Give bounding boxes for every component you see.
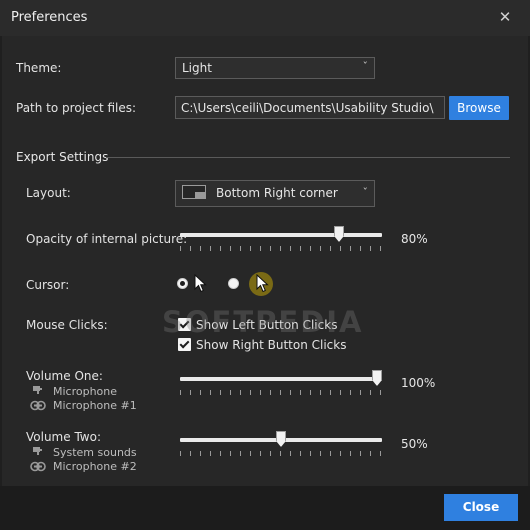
microphone-icon bbox=[30, 400, 46, 411]
layout-thumbnail-icon bbox=[182, 185, 206, 199]
slider-thumb[interactable] bbox=[276, 431, 286, 447]
cursor-highlighted-radio[interactable] bbox=[228, 278, 239, 289]
close-icon[interactable]: ✕ bbox=[494, 6, 516, 28]
volume-one-label: Volume One: bbox=[26, 369, 103, 383]
speaker-icon bbox=[33, 447, 42, 455]
path-value: C:\Users\ceili\Documents\Usability Studi… bbox=[181, 101, 434, 115]
volume-one-source-2: Microphone #1 bbox=[53, 399, 137, 412]
theme-label: Theme: bbox=[16, 61, 62, 75]
theme-dropdown[interactable]: Light ˇ bbox=[175, 57, 375, 79]
section-divider bbox=[106, 157, 510, 158]
show-right-clicks-label: Show Right Button Clicks bbox=[196, 338, 347, 352]
close-button[interactable]: Close bbox=[444, 494, 518, 521]
volume-two-value: 50% bbox=[401, 437, 428, 451]
arrow-cursor-icon bbox=[194, 274, 207, 293]
volume-two-source-1: System sounds bbox=[53, 446, 137, 459]
volume-one-source-1: Microphone bbox=[53, 385, 118, 398]
window-title: Preferences bbox=[11, 10, 88, 25]
title-bar: Preferences ✕ bbox=[0, 0, 530, 36]
slider-ticks bbox=[180, 246, 382, 251]
volume-two-slider[interactable] bbox=[180, 431, 382, 456]
slider-thumb[interactable] bbox=[334, 226, 344, 242]
microphone-icon bbox=[30, 461, 46, 472]
cursor-standard-radio[interactable] bbox=[177, 278, 188, 289]
speaker-icon bbox=[33, 386, 42, 394]
path-input[interactable]: C:\Users\ceili\Documents\Usability Studi… bbox=[175, 96, 445, 119]
slider-track bbox=[180, 377, 382, 381]
opacity-slider[interactable] bbox=[180, 226, 382, 251]
volume-two-label: Volume Two: bbox=[26, 430, 101, 444]
export-settings-heading: Export Settings bbox=[16, 150, 109, 164]
path-label: Path to project files: bbox=[16, 101, 137, 115]
volume-one-value: 100% bbox=[401, 376, 436, 390]
mouse-clicks-label: Mouse Clicks: bbox=[26, 318, 108, 332]
show-right-clicks-checkbox[interactable] bbox=[178, 338, 191, 351]
opacity-label: Opacity of internal picture: bbox=[26, 232, 188, 246]
layout-dropdown[interactable]: Bottom Right corner ˇ bbox=[175, 180, 375, 207]
highlighted-arrow-cursor-icon bbox=[256, 274, 269, 293]
chevron-down-icon: ˇ bbox=[362, 186, 369, 199]
softpedia-watermark: SOFTPEDIA bbox=[162, 305, 364, 339]
layout-label: Layout: bbox=[26, 186, 71, 200]
slider-ticks bbox=[180, 390, 382, 395]
volume-two-source-2: Microphone #2 bbox=[53, 460, 137, 473]
slider-thumb[interactable] bbox=[372, 370, 382, 386]
volume-one-slider[interactable] bbox=[180, 370, 382, 395]
chevron-down-icon: ˇ bbox=[362, 60, 369, 73]
slider-ticks bbox=[180, 451, 382, 456]
opacity-value: 80% bbox=[401, 232, 428, 246]
theme-value: Light bbox=[182, 61, 212, 75]
cursor-label: Cursor: bbox=[26, 278, 70, 292]
slider-track bbox=[180, 233, 382, 237]
layout-value: Bottom Right corner bbox=[216, 186, 338, 200]
browse-button[interactable]: Browse bbox=[449, 96, 509, 120]
